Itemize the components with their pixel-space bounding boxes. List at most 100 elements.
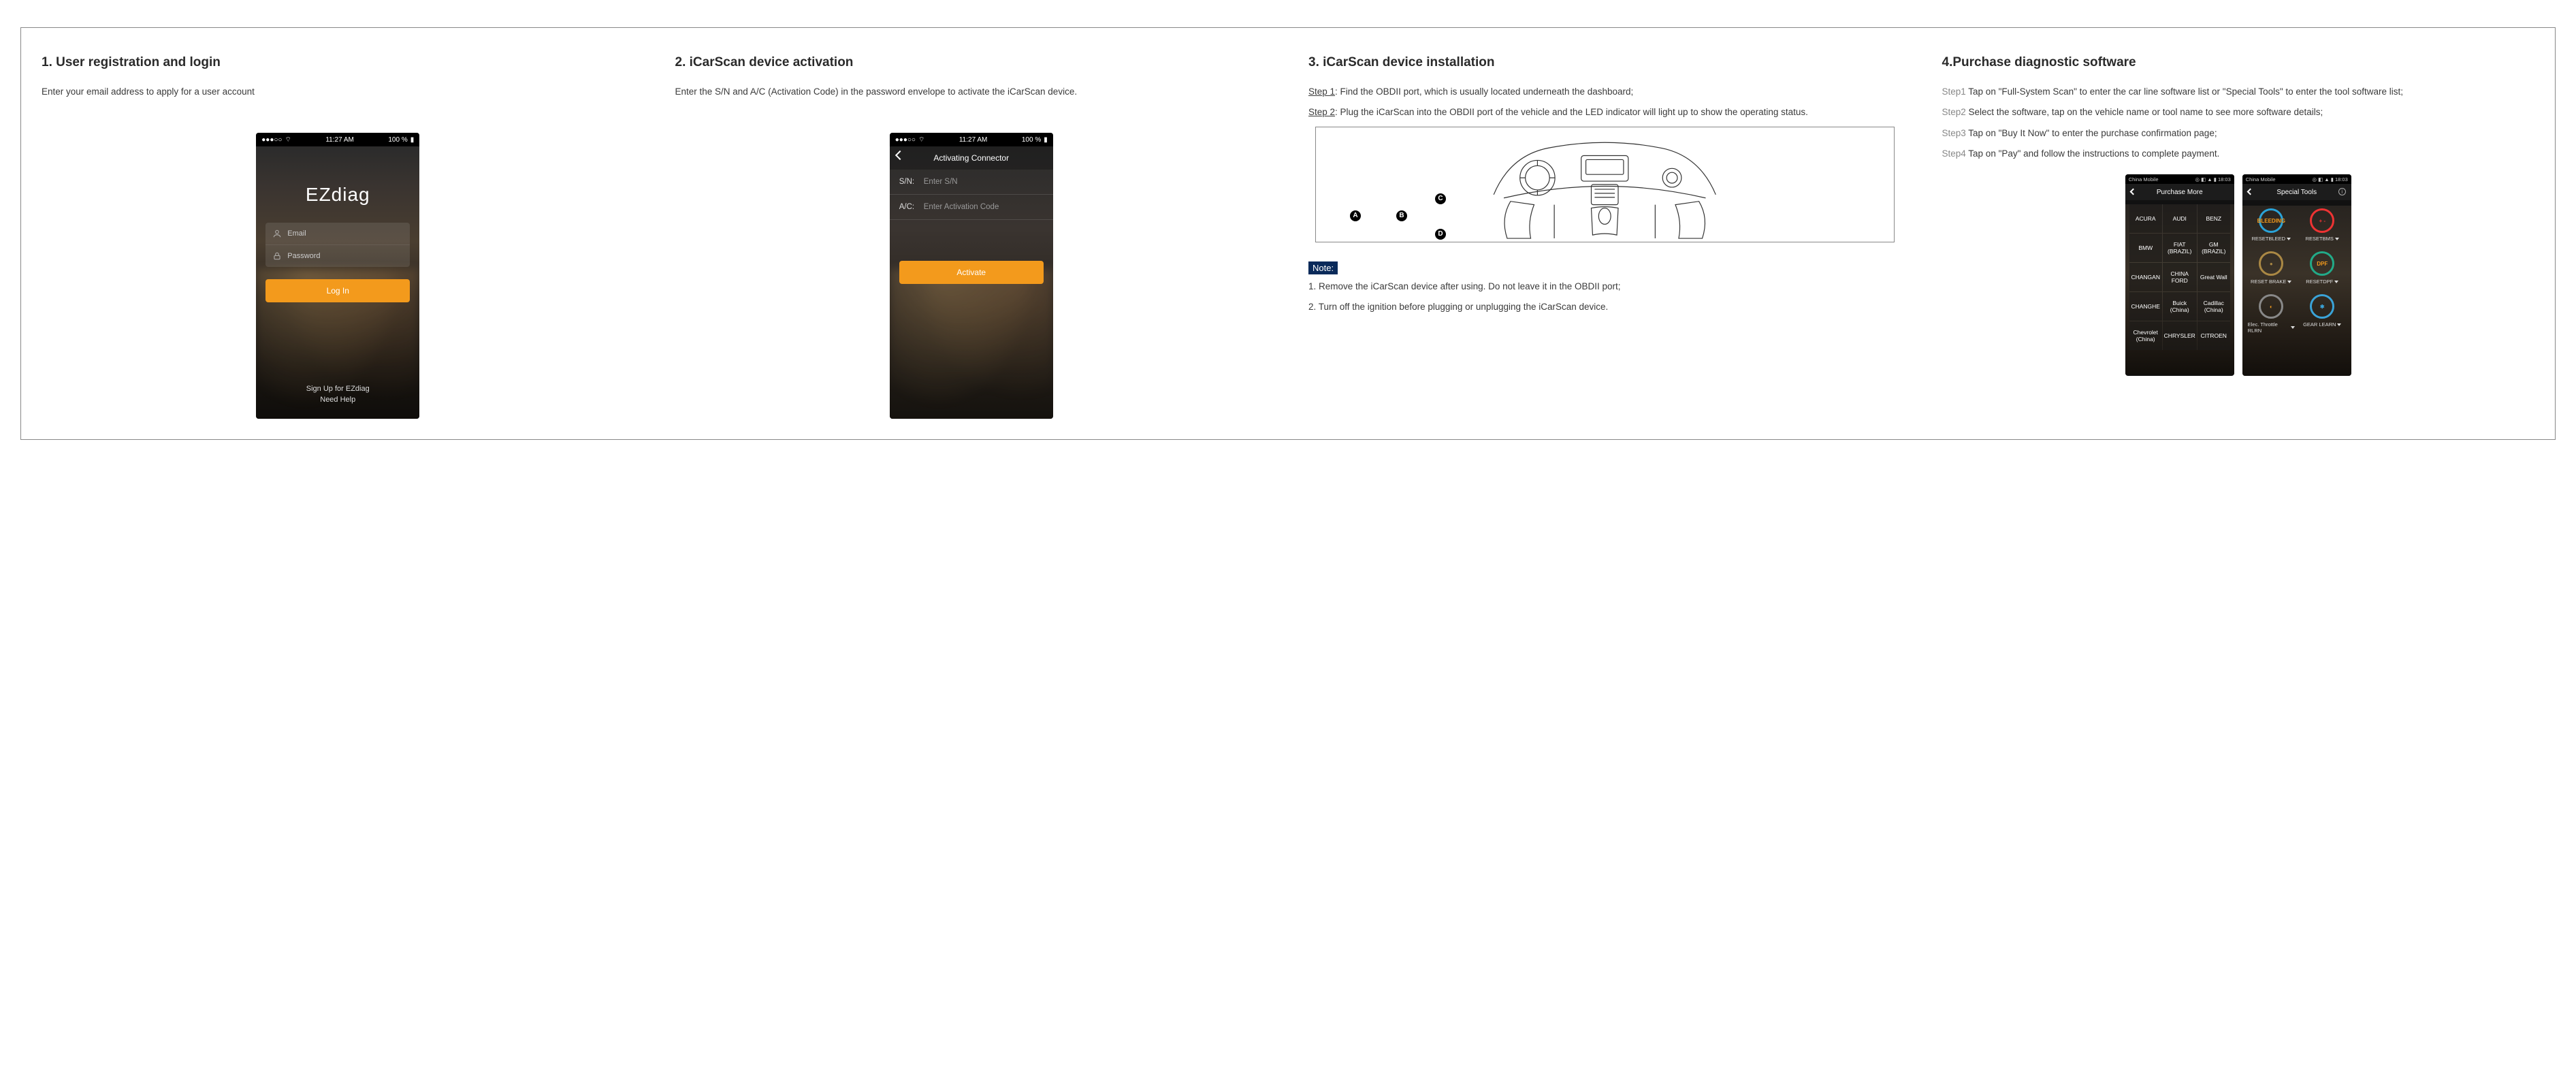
brand-cell[interactable]: FIAT (BRAZIL) — [2163, 234, 2197, 262]
purchase-step: Step3 Tap on "Buy It Now" to enter the p… — [1942, 127, 2535, 140]
section3-title: 3. iCarScan device installation — [1308, 55, 1901, 70]
note-label: Note: — [1308, 261, 1338, 274]
step2-label: Step 2 — [1308, 107, 1335, 117]
brand-cell[interactable]: BENZ — [2197, 204, 2230, 233]
back-icon[interactable] — [2129, 189, 2136, 195]
tool-item[interactable]: + -RESETBMS — [2299, 206, 2346, 244]
section1-desc: Enter your email address to apply for a … — [42, 85, 634, 99]
brand-cell[interactable]: Chevrolet (China) — [2129, 321, 2162, 350]
signup-link[interactable]: Sign Up for EZdiag — [256, 385, 419, 393]
brand-cell[interactable]: CHINA FORD — [2163, 263, 2197, 291]
back-icon[interactable] — [895, 150, 905, 160]
status-time: 18:03 — [2335, 176, 2348, 182]
purchase-step: Step4 Tap on "Pay" and follow the instru… — [1942, 147, 2535, 161]
help-link[interactable]: Need Help — [256, 396, 419, 404]
brand-cell[interactable]: Cadillac (China) — [2197, 292, 2230, 321]
brand-cell[interactable]: Buick (China) — [2163, 292, 2197, 321]
diagram-point-b: B — [1396, 210, 1407, 221]
purchase-step: Step1 Tap on "Full-System Scan" to enter… — [1942, 85, 2535, 99]
status-icons: ◎ ◧ ▲ ▮ — [2195, 176, 2218, 182]
phone-login: ●●●○○⌔ 11:27 AM 100 %▮ EZdiag Email — [256, 133, 419, 419]
tool-item[interactable]: ● RESET BRAKE — [2248, 249, 2295, 287]
tool-item[interactable]: BLEEDINGRESETBLEED — [2248, 206, 2295, 244]
wifi-icon: ⌔ — [285, 136, 291, 144]
tool-label: RESET BRAKE — [2251, 279, 2291, 285]
brand-cell[interactable]: CHANGAN — [2129, 263, 2162, 291]
tool-item[interactable]: DPFRESETDPF — [2299, 249, 2346, 287]
status-time: 18:03 — [2218, 176, 2231, 182]
download-icon — [2335, 238, 2339, 240]
section-registration: 1. User registration and login Enter you… — [42, 55, 634, 419]
carrier: China Mobile — [2129, 176, 2159, 182]
ac-label: A/C: — [899, 203, 920, 211]
sn-field[interactable]: S/N: Enter S/N — [890, 170, 1053, 195]
ac-field[interactable]: A/C: Enter Activation Code — [890, 195, 1053, 220]
step-text: Tap on "Pay" and follow the instructions… — [1966, 148, 2220, 159]
sn-placeholder: Enter S/N — [924, 178, 958, 186]
battery-pct: 100 % — [1022, 136, 1041, 144]
diagram-point-d: D — [1435, 229, 1446, 240]
download-icon — [2334, 281, 2338, 283]
screen-title: Activating Connector — [933, 153, 1009, 163]
status-bar: ●●●○○⌔ 11:27 AM 100 %▮ — [890, 133, 1053, 146]
ac-placeholder: Enter Activation Code — [924, 203, 999, 211]
status-time: 11:27 AM — [325, 136, 354, 144]
section1-title: 1. User registration and login — [42, 55, 634, 70]
diagram-point-a: A — [1350, 210, 1361, 221]
brand-cell[interactable]: CHRYSLER — [2163, 321, 2197, 350]
tool-item[interactable]: ◐Elec. Throttle RLRN — [2248, 291, 2295, 336]
step-label: Step3 — [1942, 128, 1966, 138]
step-text: Tap on "Buy It Now" to enter the purchas… — [1966, 128, 2217, 138]
brand-grid: ACURAAUDIBENZ BMWFIAT (BRAZIL)GM (BRAZIL)… — [2129, 204, 2230, 350]
password-placeholder: Password — [287, 252, 320, 260]
section-purchase: 4.Purchase diagnostic software Step1 Tap… — [1942, 55, 2535, 419]
section2-title: 2. iCarScan device activation — [675, 55, 1268, 70]
brand-cell[interactable]: Great Wall — [2197, 263, 2230, 291]
tool-label: GEAR LEARN — [2303, 321, 2341, 328]
status-bar: China Mobile ◎ ◧ ▲ ▮ 18:03 — [2125, 174, 2234, 184]
section-installation: 3. iCarScan device installation Step 1: … — [1308, 55, 1901, 419]
email-field[interactable]: Email — [265, 223, 410, 245]
purchase-phones: China Mobile ◎ ◧ ▲ ▮ 18:03 Purchase More… — [1942, 174, 2535, 376]
status-bar: ●●●○○⌔ 11:27 AM 100 %▮ — [256, 133, 419, 146]
download-icon — [2287, 281, 2291, 283]
purchase-steps: Step1 Tap on "Full-System Scan" to enter… — [1942, 85, 2535, 161]
login-links: Sign Up for EZdiag Need Help — [256, 382, 419, 407]
section2-desc: Enter the S/N and A/C (Activation Code) … — [675, 85, 1268, 99]
step2: Step 2: Plug the iCarScan into the OBDII… — [1308, 106, 1901, 119]
brand-cell[interactable]: ACURA — [2129, 204, 2162, 233]
section-activation: 2. iCarScan device activation Enter the … — [675, 55, 1268, 419]
person-icon — [272, 229, 282, 238]
section4-title: 4.Purchase diagnostic software — [1942, 55, 2535, 70]
step-text: Tap on "Full-System Scan" to enter the c… — [1966, 86, 2403, 97]
dashboard-diagram: A B C D — [1315, 127, 1895, 242]
brand-cell[interactable]: CITROEN — [2197, 321, 2230, 350]
brand-cell[interactable]: CHANGHE — [2129, 292, 2162, 321]
phone-activation: ●●●○○⌔ 11:27 AM 100 %▮ Activating Connec… — [890, 133, 1053, 419]
login-button[interactable]: Log In — [265, 279, 410, 302]
password-field[interactable]: Password — [265, 245, 410, 267]
tool-icon: ● — [2259, 251, 2283, 276]
wifi-icon: ⌔ — [918, 136, 924, 144]
brand-cell[interactable]: GM (BRAZIL) — [2197, 234, 2230, 262]
brand-cell[interactable]: BMW — [2129, 234, 2162, 262]
step-label: Step2 — [1942, 107, 1966, 117]
step-label: Step1 — [1942, 86, 1966, 97]
step2-text: : Plug the iCarScan into the OBDII port … — [1335, 107, 1808, 117]
info-icon[interactable]: i — [2338, 188, 2346, 195]
tool-icon: ◐ — [2259, 294, 2283, 319]
carrier: China Mobile — [2246, 176, 2276, 182]
manual-page: 1. User registration and login Enter you… — [20, 27, 2556, 440]
diagram-point-c: C — [1435, 193, 1446, 204]
phone-special-tools: China Mobile ◎ ◧ ▲ ▮ 18:03 Special Tools… — [2242, 174, 2351, 376]
tool-icon: ✱ — [2310, 294, 2334, 319]
phone-purchase-more: China Mobile ◎ ◧ ▲ ▮ 18:03 Purchase More… — [2125, 174, 2234, 376]
battery-icon: ▮ — [410, 136, 415, 144]
activate-button[interactable]: Activate — [899, 261, 1044, 284]
back-icon[interactable] — [2247, 189, 2253, 195]
brand-cell[interactable]: AUDI — [2163, 204, 2197, 233]
step-text: Select the software, tap on the vehicle … — [1966, 107, 2323, 117]
tool-item[interactable]: ✱ GEAR LEARN — [2299, 291, 2346, 336]
screen-titlebar: Activating Connector — [890, 146, 1053, 170]
download-icon — [2291, 326, 2295, 329]
